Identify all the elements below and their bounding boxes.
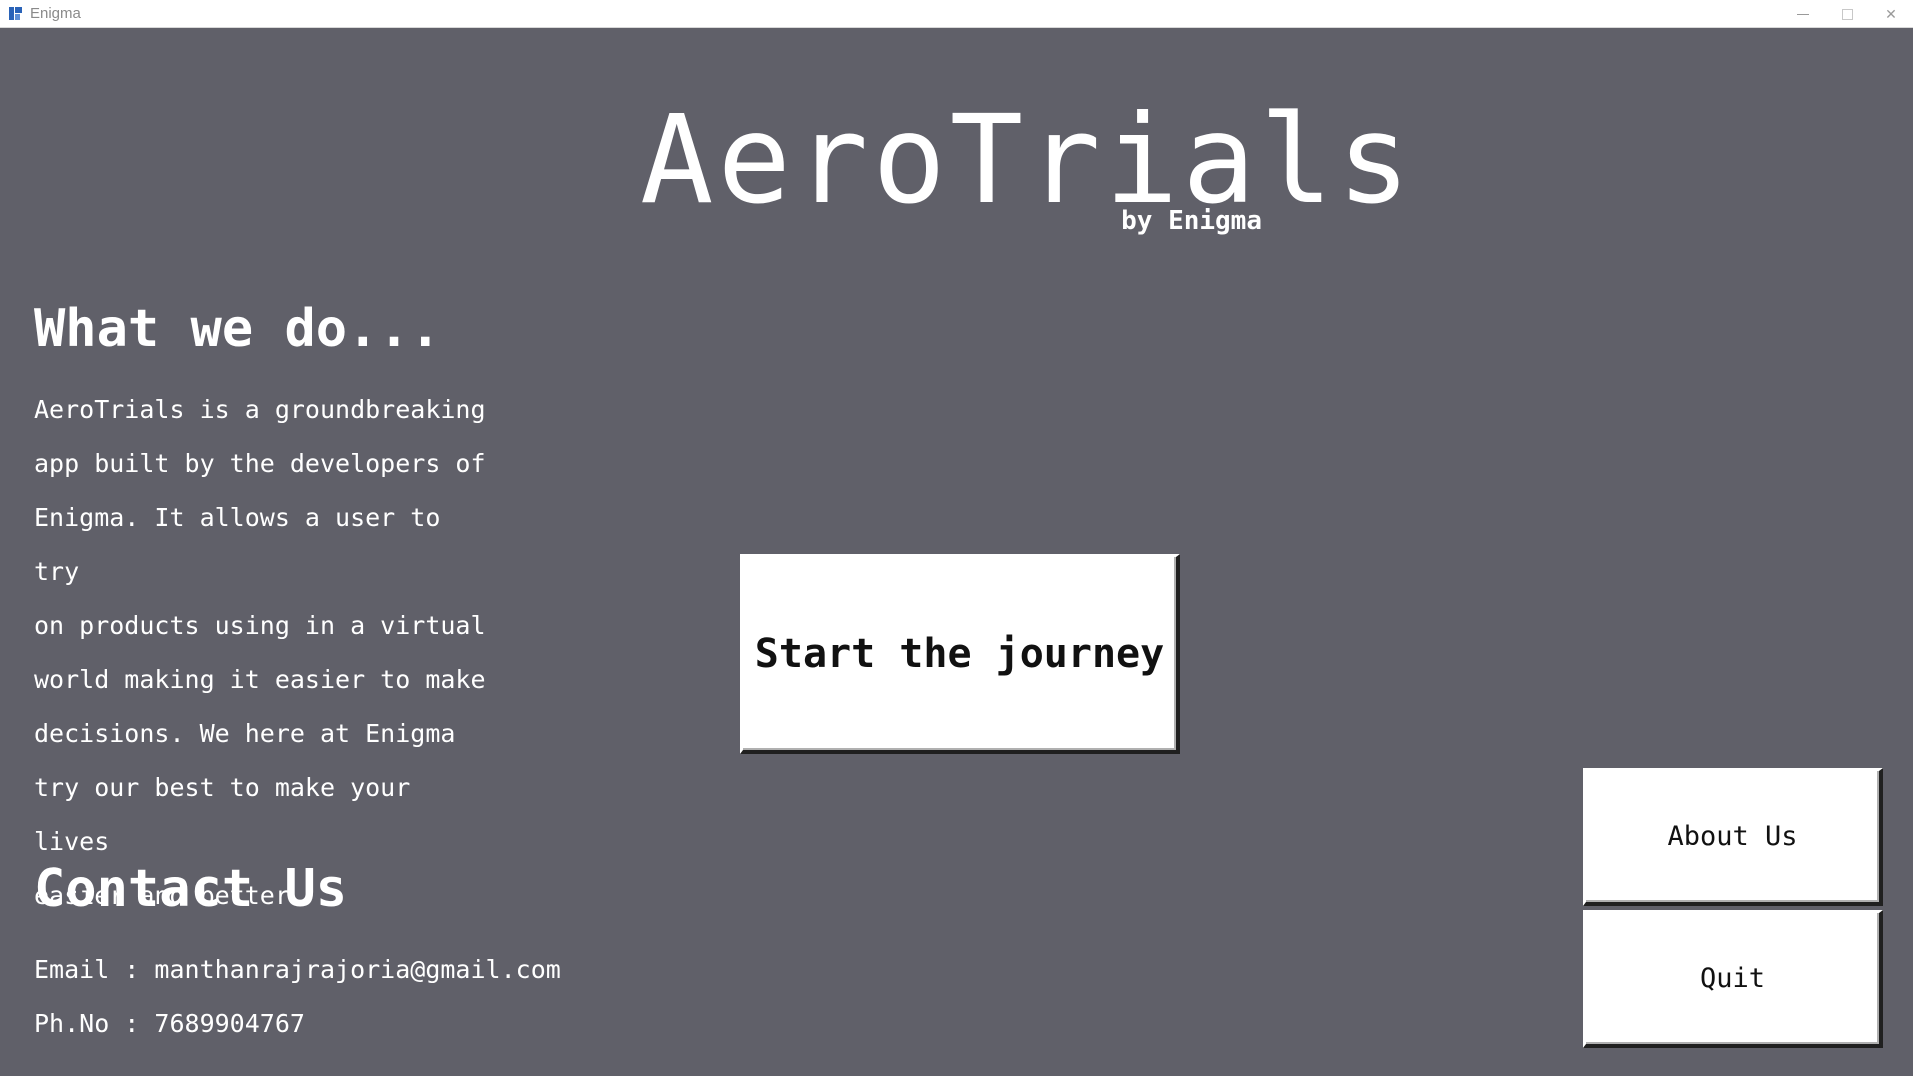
close-icon: ✕ bbox=[1885, 5, 1897, 22]
minimize-icon bbox=[1797, 13, 1809, 15]
close-button[interactable]: ✕ bbox=[1869, 0, 1913, 28]
window-titlebar[interactable]: Enigma ✕ bbox=[0, 0, 1913, 28]
about-line: AeroTrials is a groundbreaking bbox=[34, 395, 486, 424]
app-icon bbox=[8, 6, 24, 22]
maximize-button[interactable] bbox=[1825, 0, 1869, 28]
about-line: try our best to make your lives bbox=[34, 773, 411, 856]
contact-email: Email : manthanrajrajoria@gmail.com bbox=[34, 955, 561, 984]
window-title: Enigma bbox=[30, 5, 81, 22]
start-journey-button[interactable]: Start the journey bbox=[740, 554, 1180, 754]
about-line: decisions. We here at Enigma bbox=[34, 719, 456, 748]
about-line: app built by the developers of bbox=[34, 449, 486, 478]
minimize-button[interactable] bbox=[1781, 0, 1825, 28]
about-line: on products using in a virtual bbox=[34, 611, 486, 640]
app-canvas: AeroTrials by Enigma What we do... AeroT… bbox=[0, 28, 1913, 1076]
about-line: Enigma. It allows a user to try bbox=[34, 503, 441, 586]
window-controls: ✕ bbox=[1781, 0, 1913, 28]
about-paragraph: AeroTrials is a groundbreaking app built… bbox=[34, 383, 494, 923]
about-line: world making it easier to make bbox=[34, 665, 486, 694]
hero-subtitle: by Enigma bbox=[1121, 206, 1262, 236]
maximize-icon bbox=[1841, 8, 1853, 20]
quit-button[interactable]: Quit bbox=[1583, 910, 1883, 1048]
about-us-button[interactable]: About Us bbox=[1583, 768, 1883, 906]
about-heading: What we do... bbox=[34, 299, 441, 359]
contact-heading: Contact Us bbox=[34, 859, 348, 919]
contact-phone: Ph.No : 7689904767 bbox=[34, 1009, 305, 1038]
